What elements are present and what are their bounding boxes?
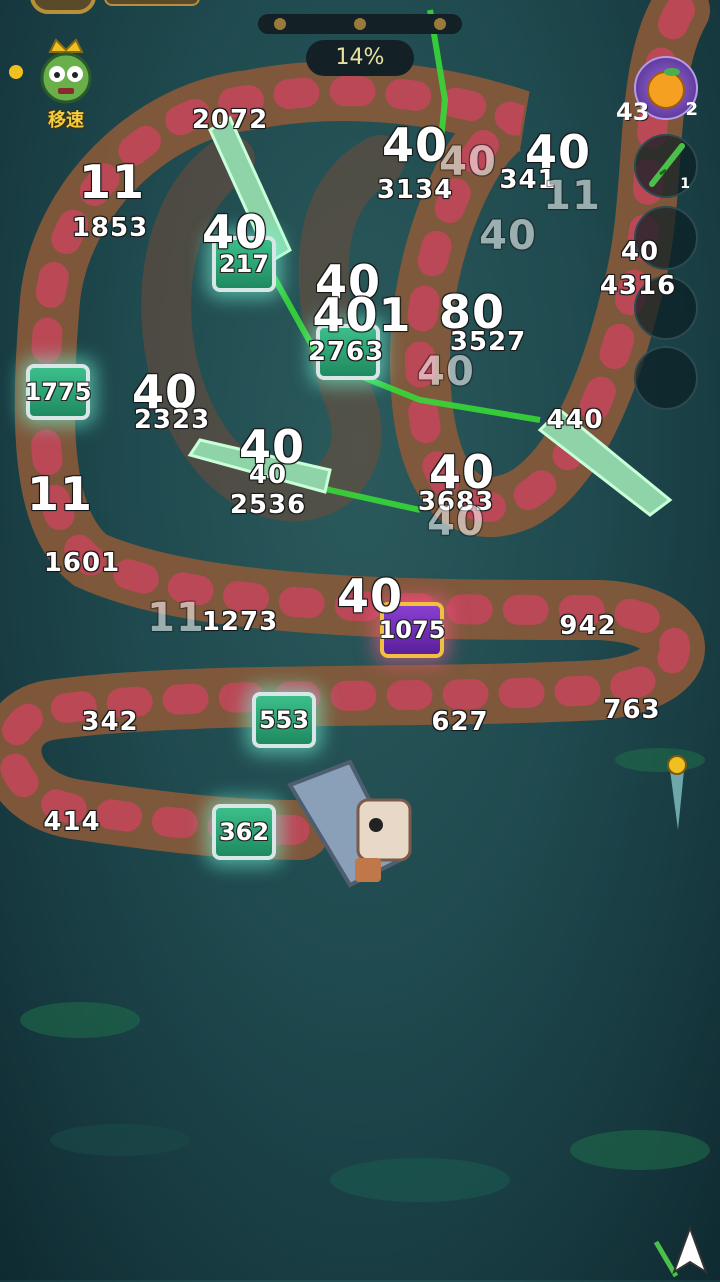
damage-number: 414: [43, 807, 101, 837]
damage-number: 11: [543, 173, 601, 219]
slot1-partial: 43: [616, 98, 650, 126]
boss-avatar[interactable]: 移速: [30, 34, 102, 131]
boss-bullet: [9, 65, 23, 79]
damage-number: 40: [381, 118, 449, 172]
damage-number: 40: [417, 349, 475, 395]
damage-number: 40: [620, 237, 660, 267]
damage-number: 1273: [201, 607, 279, 637]
damage-number: 342: [81, 707, 139, 737]
treasure-chest[interactable]: 362: [212, 804, 276, 860]
chest-hp-label: 1775: [24, 378, 92, 406]
treasure-chest[interactable]: 553: [252, 692, 316, 748]
ball-projectile: [667, 755, 687, 830]
progress-marker: [354, 18, 366, 30]
damage-number: 40: [336, 569, 404, 623]
damage-number: 11: [78, 155, 146, 209]
aim-arrow-icon[interactable]: [650, 1222, 710, 1282]
damage-number: 4316: [599, 271, 677, 301]
damage-number: 627: [431, 707, 489, 737]
level-progress-bar: [258, 14, 462, 34]
boss-label: 移速: [48, 110, 84, 131]
damage-number: 40: [479, 213, 537, 259]
damage-number: 40: [427, 499, 485, 545]
damage-number: 942: [559, 611, 617, 641]
top-left-bar: [104, 0, 200, 6]
progress-marker: [274, 18, 286, 30]
progress-percent: 14%: [306, 40, 414, 76]
top-left-button[interactable]: [30, 0, 96, 14]
damage-number: 11: [26, 467, 94, 521]
damage-number: 2763: [307, 337, 385, 367]
slot1-count: 2: [685, 99, 698, 120]
chest-hp-label: 553: [258, 706, 310, 734]
damage-number: 401: [312, 288, 412, 342]
skill-slot-orange[interactable]: 2 43: [616, 56, 698, 126]
damage-number: 3134: [376, 175, 454, 205]
slot2-count: 1: [680, 176, 690, 192]
damage-number: 763: [603, 695, 661, 725]
damage-number: 2072: [191, 105, 269, 135]
damage-number: 11: [147, 595, 205, 641]
damage-number: 440: [546, 405, 604, 435]
damage-number: 2323: [133, 405, 211, 435]
damage-number: 1853: [71, 213, 149, 243]
damage-number: 2536: [229, 490, 307, 520]
skill-slot-empty[interactable]: [634, 346, 698, 410]
progress-marker: [434, 18, 446, 30]
skill-slot-bamboo[interactable]: 1: [634, 134, 698, 198]
damage-number: 40: [201, 205, 269, 259]
damage-number: 1601: [43, 548, 121, 578]
damage-number: 40: [248, 460, 288, 490]
treasure-chest[interactable]: 1775: [24, 364, 92, 420]
zombie-crown-icon: [40, 38, 92, 104]
chest-hp-label: 362: [218, 818, 270, 846]
